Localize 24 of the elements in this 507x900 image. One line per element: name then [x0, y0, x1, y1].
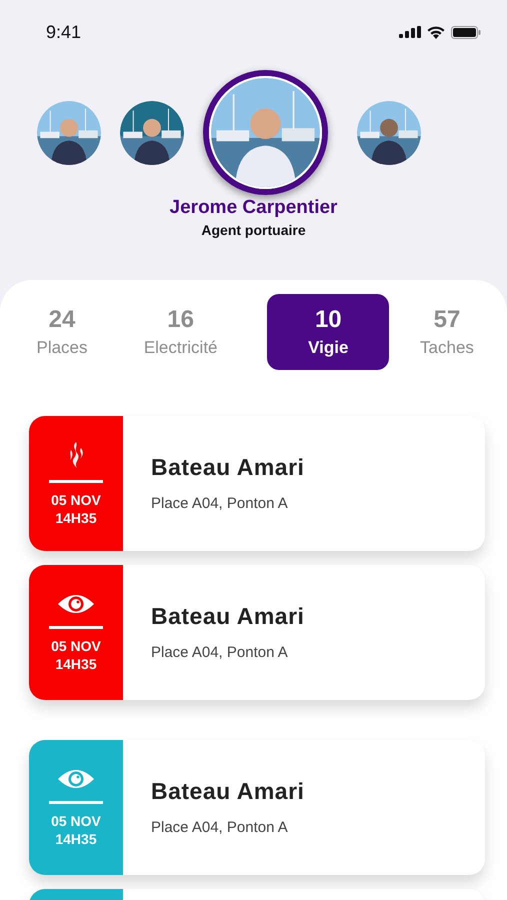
alert-title: Bateau Amari — [151, 603, 304, 630]
profile-role: Agent portuaire — [200, 222, 307, 238]
alert-date: 05 NOV — [51, 812, 101, 830]
alert-date: 05 NOV — [51, 491, 101, 509]
alert-card[interactable]: 05 NOV 14H35 Bateau Amari Place A04, Ponton A — [29, 565, 485, 700]
wifi-icon — [427, 26, 445, 38]
signal-icon — [399, 26, 421, 38]
alert-title: Bateau Amari — [151, 454, 304, 481]
profile-name: Jerome Carpentier — [168, 197, 338, 219]
alert-title: Bateau Amari — [151, 778, 304, 805]
alert-time: 14H35 — [55, 830, 97, 848]
eye-icon — [57, 767, 95, 791]
alert-card[interactable]: 05 NOV 14H35 Bateau Amari Place A04, Ponton A — [29, 416, 485, 551]
eye-icon — [57, 592, 95, 616]
alert-time: 14H35 — [55, 655, 97, 673]
alert-time: 14H35 — [55, 509, 97, 527]
alert-location: Place A04, Ponton A — [151, 644, 289, 661]
category-tab[interactable]: 10 Vigie — [267, 294, 390, 370]
alert-card[interactable]: 05 NOV 14H35 Bateau Amari Place A04, Ponton A — [29, 740, 485, 875]
battery-icon — [451, 26, 481, 38]
alert-location: Place A04, Ponton A — [151, 495, 289, 512]
alert-location: Place A04, Ponton A — [151, 819, 289, 836]
alert-date: 05 NOV — [51, 637, 101, 655]
status-time: 9:41 — [46, 22, 82, 42]
